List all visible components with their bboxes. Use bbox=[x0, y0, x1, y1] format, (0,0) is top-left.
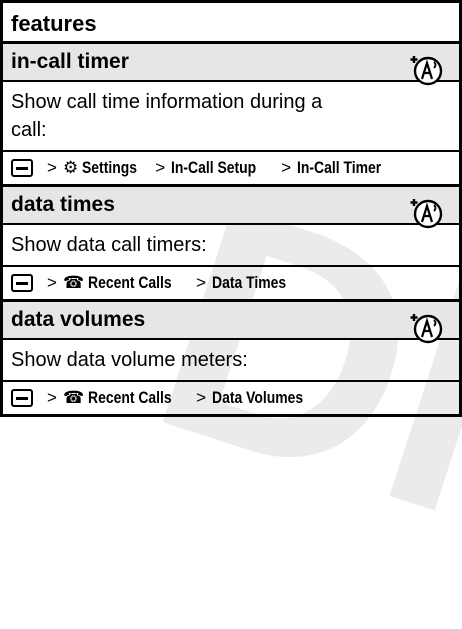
features-table: features in-call timer Show call time in… bbox=[0, 0, 462, 417]
menu-key-icon bbox=[11, 159, 33, 177]
feature-data-times: data times Show data call timers: > ☎ Re… bbox=[0, 187, 462, 302]
network-feature-icon bbox=[410, 314, 443, 344]
path-item-in-call-timer: In-Call Timer bbox=[297, 158, 382, 177]
feature-in-call-timer: in-call timer Show call time information… bbox=[0, 44, 462, 187]
feature-data-volumes: data volumes Show data volume meters: > … bbox=[0, 302, 462, 417]
menu-key-icon bbox=[11, 274, 33, 292]
path-separator: > bbox=[47, 158, 57, 177]
path-item-recent-calls: Recent Calls bbox=[88, 273, 172, 292]
network-feature-icon bbox=[410, 199, 443, 229]
settings-icon: ⚙ bbox=[62, 158, 79, 177]
recent-calls-icon: ☎ bbox=[62, 388, 85, 407]
feature-name: data times bbox=[3, 187, 459, 225]
path-item-data-times: Data Times bbox=[212, 273, 287, 292]
path-separator: > bbox=[155, 158, 166, 177]
network-feature-icon bbox=[410, 56, 443, 86]
recent-calls-icon: ☎ bbox=[62, 273, 85, 292]
feature-description: Show data call timers: bbox=[3, 225, 459, 267]
feature-description: Show call time information during a call… bbox=[3, 82, 459, 152]
feature-name: data volumes bbox=[3, 302, 459, 340]
feature-name: in-call timer bbox=[3, 44, 459, 82]
feature-description: Show data volume meters: bbox=[3, 340, 459, 382]
path-separator: > bbox=[281, 158, 292, 177]
path-separator: > bbox=[196, 388, 207, 407]
path-item-recent-calls: Recent Calls bbox=[88, 388, 172, 407]
path-item-data-volumes: Data Volumes bbox=[212, 388, 304, 407]
path-item-settings: Settings bbox=[82, 158, 138, 177]
path-separator: > bbox=[196, 273, 207, 292]
menu-path: > ☎ Recent Calls > Data Volumes bbox=[3, 382, 459, 417]
path-item-in-call-setup: In-Call Setup bbox=[171, 158, 257, 177]
menu-key-icon bbox=[11, 389, 33, 407]
path-separator: > bbox=[47, 273, 57, 292]
table-title: features bbox=[0, 0, 462, 44]
menu-path: > ⚙ Settings > In-Call Setup > In-Call T… bbox=[3, 152, 459, 187]
path-separator: > bbox=[47, 388, 57, 407]
menu-path: > ☎ Recent Calls > Data Times bbox=[3, 267, 459, 302]
